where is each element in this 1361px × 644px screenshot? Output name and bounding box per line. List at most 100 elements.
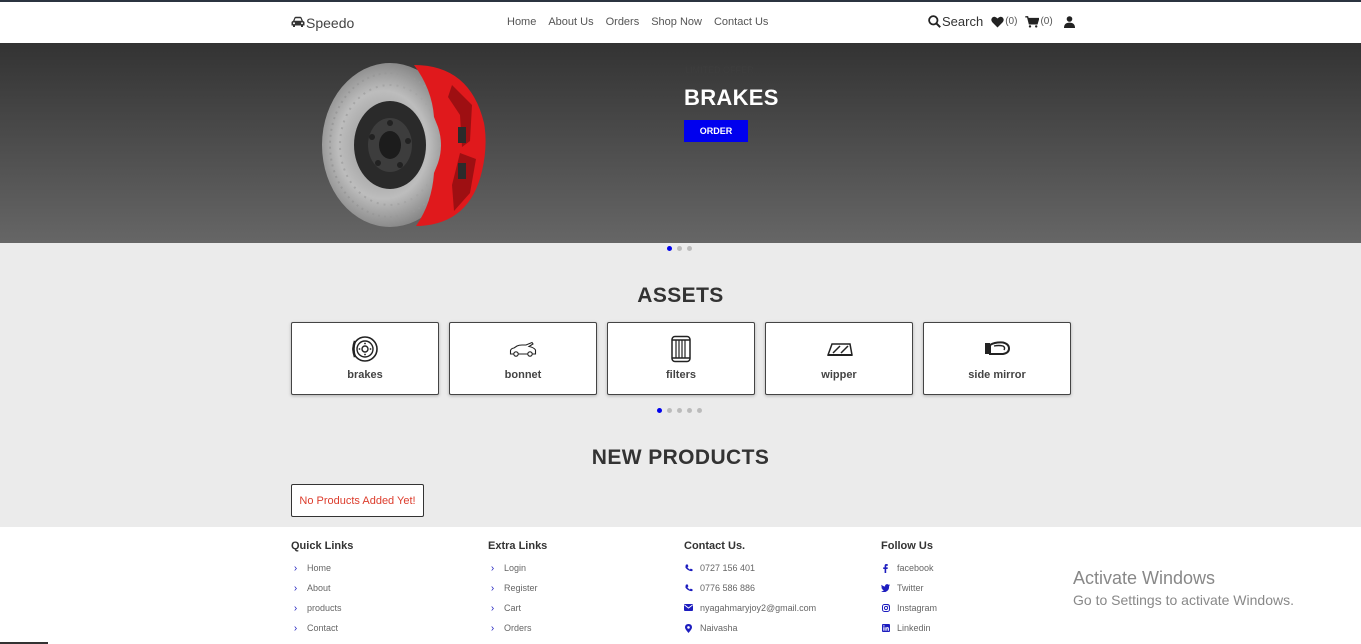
hero-title: BRAKES <box>684 85 779 110</box>
heart-icon <box>991 16 1004 28</box>
footer-link-label: Login <box>504 563 527 573</box>
asset-label: bonnet <box>504 369 542 381</box>
map-pin-icon <box>684 623 693 633</box>
navbar: Speedo Home About Us Orders Shop Now Con… <box>0 2 1361 43</box>
hero-dot-3[interactable] <box>687 246 692 251</box>
facebook-icon <box>881 563 890 573</box>
footer-link-orders[interactable]: › Orders <box>488 623 547 643</box>
footer-email[interactable]: nyagahmaryjoy2@gmail.com <box>684 603 816 623</box>
chevron-right-icon: › <box>293 603 298 614</box>
wishlist-button[interactable]: (0) <box>991 16 1017 28</box>
footer-contact-label: nyagahmaryjoy2@gmail.com <box>700 603 817 613</box>
footer-link-label: products <box>307 603 342 613</box>
account-button[interactable] <box>1063 15 1075 28</box>
nav-orders[interactable]: Orders <box>606 16 640 28</box>
assets-dot-3[interactable] <box>677 408 682 413</box>
asset-card-brakes[interactable]: brakes <box>291 322 439 395</box>
watermark-title: Activate Windows <box>1073 568 1216 588</box>
chevron-right-icon: › <box>490 623 495 634</box>
nav-home[interactable]: Home <box>507 16 536 28</box>
order-button[interactable]: ORDER <box>684 120 748 142</box>
footer-social-linkedin[interactable]: Linkedin <box>881 623 937 643</box>
assets-dot-1[interactable] <box>657 408 662 413</box>
chevron-right-icon: › <box>293 583 298 594</box>
cart-count: (0) <box>1040 16 1053 27</box>
footer-phone-1[interactable]: 0727 156 401 <box>684 563 816 583</box>
assets-carousel: brakes bonnet filters wipper side mirror <box>291 322 1071 395</box>
footer-social-twitter[interactable]: Twitter <box>881 583 937 603</box>
watermark-subtitle: Go to Settings to activate Windows. <box>1073 592 1294 608</box>
main-nav: Home About Us Orders Shop Now Contact Us <box>507 16 768 28</box>
assets-dot-5[interactable] <box>697 408 702 413</box>
asset-card-wipper[interactable]: wipper <box>765 322 913 395</box>
instagram-icon <box>881 603 890 612</box>
footer-link-cart[interactable]: › Cart <box>488 603 547 623</box>
footer-location: Naivasha <box>684 623 816 643</box>
footer-contact-label: 0727 156 401 <box>700 563 756 573</box>
footer-link-products[interactable]: › products <box>291 603 353 623</box>
footer-link-label: Register <box>504 583 538 593</box>
cart-icon <box>1025 15 1040 28</box>
footer-link-about[interactable]: › About <box>291 583 353 603</box>
nav-contact-us[interactable]: Contact Us <box>714 16 768 28</box>
brand-name: Speedo <box>306 15 355 31</box>
hero-subtitle: LIMITED OFFER <box>685 65 754 75</box>
footer-social-label: facebook <box>897 563 934 573</box>
footer-contact-label: Naivasha <box>700 623 738 633</box>
phone-icon <box>684 583 693 592</box>
search-label: Search <box>942 14 984 29</box>
wishlist-count: (0) <box>1005 16 1018 27</box>
footer-follow-us: Follow Us facebook Twitter Instagram Lin… <box>881 540 937 643</box>
footer-link-label: Orders <box>504 623 532 633</box>
new-products-title: NEW PRODUCTS <box>591 446 770 469</box>
footer-link-login[interactable]: › Login <box>488 563 547 583</box>
nav-shop-now[interactable]: Shop Now <box>651 16 702 28</box>
twitter-icon <box>881 583 890 592</box>
hero-pagination <box>667 246 692 251</box>
footer-social-label: Instagram <box>897 603 938 613</box>
linkedin-icon <box>881 623 890 632</box>
hero-dot-2[interactable] <box>677 246 682 251</box>
asset-card-filters[interactable]: filters <box>607 322 755 395</box>
cart-button[interactable]: (0) <box>1025 15 1053 28</box>
chevron-right-icon: › <box>293 563 298 574</box>
nav-actions: Search (0) (0) <box>928 14 1075 29</box>
footer-heading: Quick Links <box>291 540 354 552</box>
phone-icon <box>684 563 693 572</box>
chevron-right-icon: › <box>490 563 495 574</box>
footer-phone-2[interactable]: 0776 586 886 <box>684 583 816 603</box>
assets-title: ASSETS <box>637 284 724 307</box>
chevron-right-icon: › <box>490 583 495 594</box>
footer-link-label: Cart <box>504 603 522 613</box>
asset-card-bonnet[interactable]: bonnet <box>449 322 597 395</box>
footer-extra-links: Extra Links › Login › Register › Cart › Orde… <box>488 540 547 643</box>
search-icon <box>928 15 941 28</box>
hero-carousel: LIMITED OFFER BRAKES ORDER <box>0 43 1361 243</box>
filter-icon <box>608 335 754 363</box>
assets-dot-4[interactable] <box>687 408 692 413</box>
asset-label: side mirror <box>968 369 1026 381</box>
footer-link-register[interactable]: › Register <box>488 583 547 603</box>
side-mirror-icon <box>924 335 1070 363</box>
footer-link-home[interactable]: › Home <box>291 563 353 583</box>
brake-disc-icon <box>292 335 438 363</box>
empty-products-message: No Products Added Yet! <box>291 484 424 517</box>
footer-social-instagram[interactable]: Instagram <box>881 603 937 623</box>
asset-label: brakes <box>347 369 383 381</box>
footer-contact: Contact Us. 0727 156 401 0776 586 886 ny… <box>684 540 816 643</box>
footer-social-facebook[interactable]: facebook <box>881 563 937 583</box>
assets-dot-2[interactable] <box>667 408 672 413</box>
hero-dot-1[interactable] <box>667 246 672 251</box>
footer-heading: Follow Us <box>881 540 933 552</box>
footer-contact-label: 0776 586 886 <box>700 583 756 593</box>
asset-label: wipper <box>821 369 857 381</box>
assets-pagination <box>657 408 702 413</box>
footer-link-label: Home <box>307 563 332 573</box>
footer-heading: Extra Links <box>488 540 548 552</box>
car-bonnet-icon <box>450 335 596 363</box>
footer-link-contact[interactable]: › Contact <box>291 623 353 643</box>
search-button[interactable]: Search <box>928 14 983 29</box>
nav-about-us[interactable]: About Us <box>548 16 593 28</box>
asset-card-side-mirror[interactable]: side mirror <box>923 322 1071 395</box>
brand-logo[interactable]: Speedo <box>291 15 354 31</box>
